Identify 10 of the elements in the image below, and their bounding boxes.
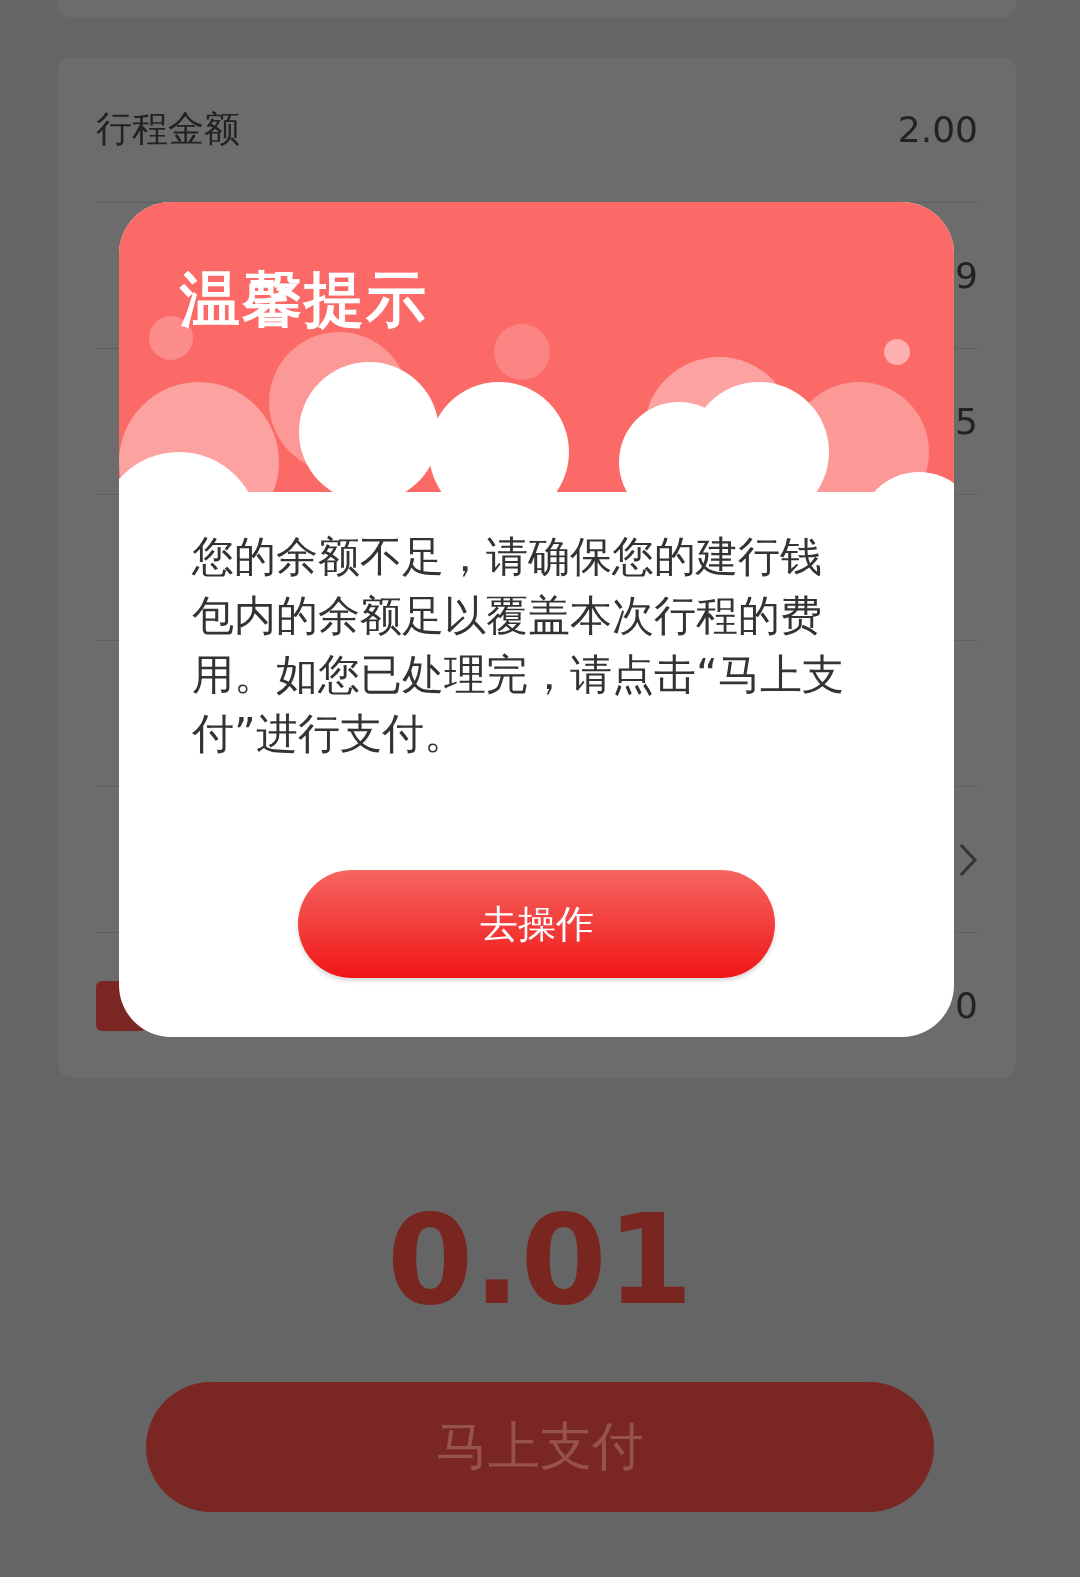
amount-text: 0.01 bbox=[387, 1188, 693, 1332]
dialog-message: 您的余额不足，请确保您的建行钱包内的余额足以覆盖本次行程的费用。如您已处理完，请点击“马上支付”进行支付。 bbox=[192, 531, 845, 760]
row-value: 2.00 bbox=[897, 109, 978, 150]
row-value: 0 bbox=[955, 985, 978, 1026]
row-label: 行程金额 bbox=[96, 107, 240, 151]
go-button[interactable]: 去操作 bbox=[298, 870, 775, 978]
dialog-title: 温馨提示 bbox=[180, 263, 428, 336]
row-value: 5 bbox=[955, 401, 978, 442]
chevron-right-icon bbox=[958, 841, 978, 878]
row-value: 9 bbox=[955, 255, 978, 296]
